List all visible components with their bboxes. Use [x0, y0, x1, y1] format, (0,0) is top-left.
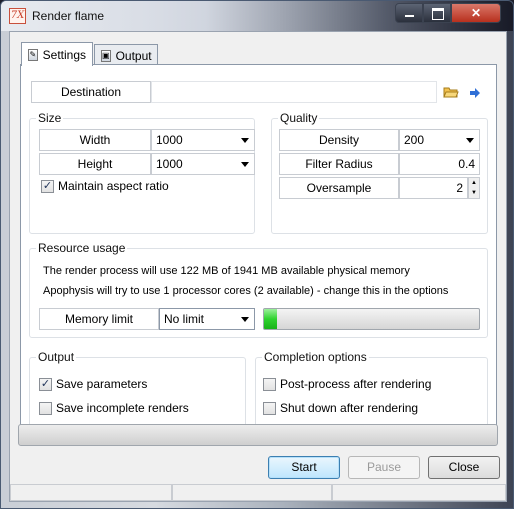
checkbox-unchecked-icon[interactable]: [263, 401, 276, 415]
oversample-label: Oversample: [279, 177, 399, 199]
save-parameters-label: Save parameters: [56, 377, 148, 391]
checkbox-checked-icon[interactable]: ✓: [39, 377, 52, 391]
destination-input[interactable]: [151, 81, 437, 103]
chevron-down-icon[interactable]: [241, 138, 249, 143]
height-combo[interactable]: 1000: [151, 153, 255, 175]
tab-settings[interactable]: ✎ Settings: [21, 42, 93, 66]
filter-radius-label: Filter Radius: [279, 153, 399, 175]
cores-usage-text: Apophysis will try to use 1 processor co…: [43, 285, 449, 297]
tab-output[interactable]: ▣ Output: [94, 44, 158, 66]
chevron-down-icon[interactable]: [241, 317, 249, 322]
post-process-label: Post-process after rendering: [280, 377, 432, 391]
status-bar-segment: [10, 484, 172, 501]
completion-options-group: Completion options: [255, 350, 488, 431]
save-parameters-checkbox[interactable]: ✓ Save parameters: [39, 377, 147, 391]
spin-up-icon[interactable]: ▲: [469, 178, 479, 188]
chevron-down-icon[interactable]: [466, 138, 474, 143]
settings-tab-icon: ✎: [28, 48, 38, 61]
oversample-input[interactable]: 2: [399, 177, 468, 199]
title-bar[interactable]: 7X Render flame ✕: [1, 1, 513, 31]
memory-limit-combo[interactable]: No limit: [159, 308, 255, 330]
density-value: 200: [404, 133, 425, 147]
maximize-button[interactable]: [423, 3, 451, 23]
density-combo[interactable]: 200: [399, 129, 480, 151]
output-group: Output: [29, 350, 246, 431]
oversample-spinner[interactable]: ▲ ▼: [468, 177, 480, 199]
tab-settings-label: Settings: [42, 47, 86, 62]
memory-usage-bar-fill: [264, 309, 277, 329]
memory-limit-value: No limit: [164, 312, 205, 326]
output-group-label: Output: [36, 350, 77, 364]
destination-label: Destination: [31, 81, 151, 103]
minimize-button[interactable]: [395, 3, 423, 23]
quality-group-label: Quality: [278, 111, 320, 125]
width-value: 1000: [156, 133, 183, 147]
height-label: Height: [39, 153, 151, 175]
open-folder-icon[interactable]: [443, 86, 459, 98]
completion-options-group-label: Completion options: [262, 350, 369, 364]
window-title: Render flame: [32, 9, 105, 23]
output-tab-icon: ▣: [101, 49, 111, 62]
close-window-button[interactable]: ✕: [451, 3, 501, 23]
render-progress-bar: [18, 424, 498, 446]
size-group-label: Size: [36, 111, 64, 125]
app-icon: 7X: [9, 8, 26, 24]
memory-usage-text: The render process will use 122 MB of 19…: [43, 265, 410, 277]
shutdown-checkbox[interactable]: Shut down after rendering: [263, 401, 418, 415]
save-incomplete-label: Save incomplete renders: [56, 401, 189, 415]
width-combo[interactable]: 1000: [151, 129, 255, 151]
post-process-checkbox[interactable]: Post-process after rendering: [263, 377, 431, 391]
filter-radius-input[interactable]: 0.4: [399, 153, 480, 175]
save-incomplete-checkbox[interactable]: Save incomplete renders: [39, 401, 189, 415]
checkbox-checked-icon[interactable]: ✓: [41, 179, 54, 193]
checkbox-unchecked-icon[interactable]: [263, 377, 276, 391]
height-value: 1000: [156, 157, 183, 171]
tab-output-label: Output: [115, 48, 152, 63]
width-label: Width: [39, 129, 151, 151]
go-arrow-icon[interactable]: [469, 87, 481, 98]
resource-usage-group-label: Resource usage: [36, 241, 128, 255]
spin-down-icon[interactable]: ▼: [469, 188, 479, 198]
memory-limit-label: Memory limit: [39, 308, 159, 330]
settings-panel: Destination Size Width 1000 Height 1000: [20, 64, 497, 444]
shutdown-label: Shut down after rendering: [280, 401, 419, 415]
maintain-aspect-checkbox[interactable]: ✓ Maintain aspect ratio: [41, 179, 169, 193]
close-button[interactable]: Close: [428, 456, 500, 479]
maintain-aspect-label: Maintain aspect ratio: [58, 179, 169, 193]
start-button[interactable]: Start: [268, 456, 340, 479]
status-bar-segment: [332, 484, 506, 501]
status-bar-segment: [172, 484, 332, 501]
memory-usage-bar: [263, 308, 480, 330]
density-label: Density: [279, 129, 399, 151]
pause-button[interactable]: Pause: [348, 456, 420, 479]
checkbox-unchecked-icon[interactable]: [39, 401, 52, 415]
dialog-client: ✎ Settings ▣ Output Destination Size Wid…: [9, 31, 507, 502]
chevron-down-icon[interactable]: [241, 162, 249, 167]
render-flame-window: 7X Render flame ✕ ✎ Settings ▣ Output De…: [0, 0, 514, 509]
